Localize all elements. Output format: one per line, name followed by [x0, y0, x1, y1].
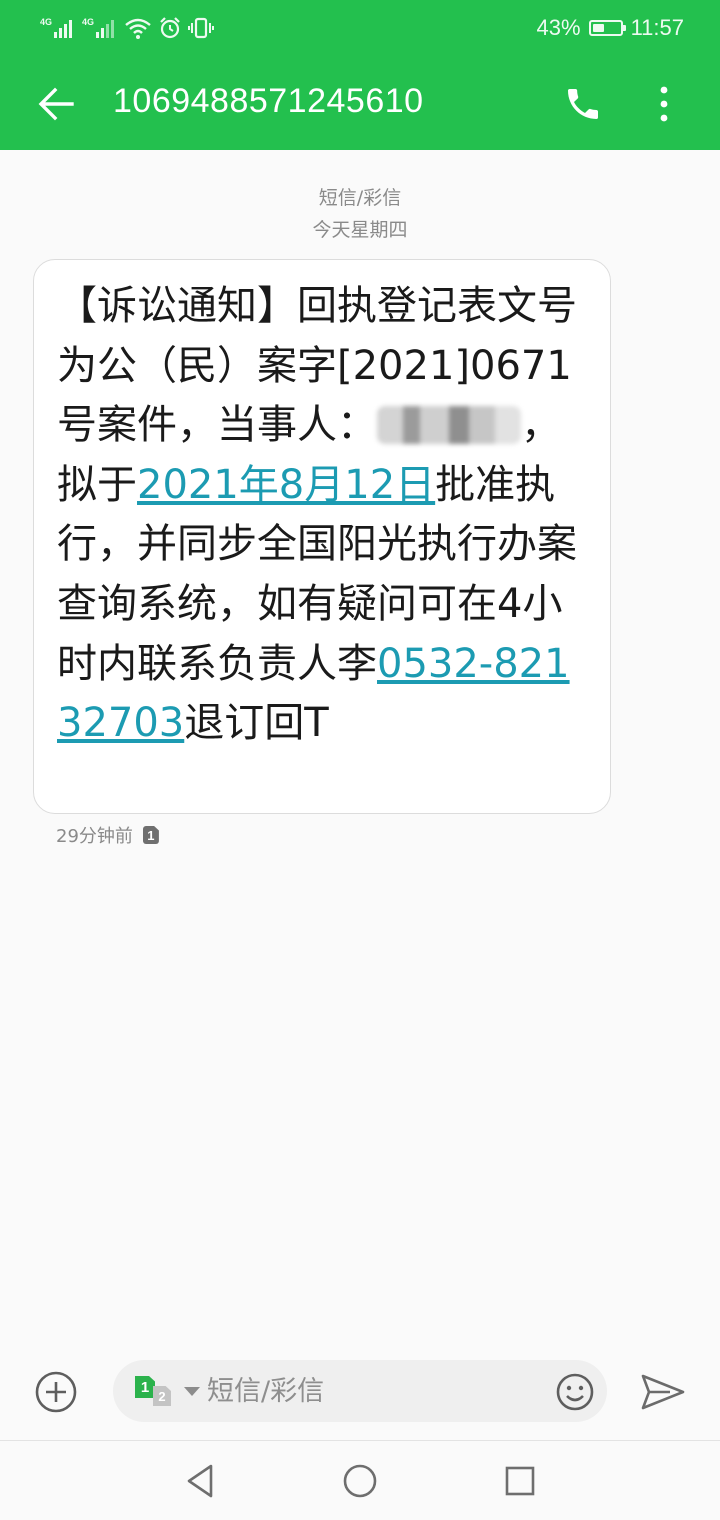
clock-time: 11:57	[630, 15, 684, 40]
phone-icon	[568, 89, 598, 119]
message-meta: 29分钟前 1	[56, 822, 159, 848]
svg-text:4G: 4G	[40, 17, 52, 27]
conversation-title: 1069488571245610	[113, 82, 424, 120]
alarm-clock-icon	[160, 17, 180, 39]
chevron-down-icon[interactable]	[184, 1387, 200, 1396]
date-divider: 今天星期四	[312, 219, 408, 241]
message-text: 【诉讼通知】回执登记表文号为公（民）案字[2021]0671号案件，当事人： ，拟…	[57, 277, 588, 754]
sim2-icon: 2	[153, 1386, 171, 1406]
message-bubble[interactable]: 【诉讼通知】回执登记表文号为公（民）案字[2021]0671号案件，当事人： ，拟…	[33, 259, 611, 814]
date-link[interactable]: 2021年8月12日	[137, 462, 435, 508]
vibrate-icon	[188, 17, 214, 39]
signal-sim1-icon: 4G	[40, 17, 72, 38]
wifi-icon	[125, 18, 151, 39]
battery-level	[592, 24, 604, 32]
message-time: 29分钟前	[56, 826, 133, 847]
system-nav-bar	[0, 1440, 720, 1520]
send-icon[interactable]	[640, 1372, 686, 1412]
call-button[interactable]	[555, 76, 611, 132]
redacted-name	[377, 406, 521, 445]
input-container: 1 2	[113, 1360, 607, 1422]
back-button[interactable]	[30, 78, 82, 130]
battery-icon	[588, 20, 626, 36]
svg-text:4G: 4G	[82, 17, 94, 27]
sim1-icon: 1	[135, 1376, 155, 1398]
smiley-icon[interactable]	[555, 1372, 595, 1412]
status-icons-right: 43% 11:57	[537, 10, 684, 46]
channel-label: 短信/彩信	[318, 187, 402, 209]
more-options-button[interactable]	[640, 76, 688, 132]
app-bar: 1069488571245610	[0, 56, 720, 150]
back-triangle-icon	[187, 1464, 213, 1498]
status-icons-left: 4G 4G	[40, 10, 214, 46]
app-header: 4G 4G 43% 11:57 1069488571245610	[0, 0, 720, 150]
message-composer: 1 2	[0, 1350, 720, 1440]
nav-home-button[interactable]	[338, 1459, 382, 1503]
sim-card-icon: 1	[142, 826, 159, 844]
message-input[interactable]	[207, 1360, 527, 1422]
recents-square-icon	[505, 1466, 535, 1496]
plus-circle-icon[interactable]	[34, 1370, 78, 1414]
more-vertical-icon	[660, 86, 668, 122]
nav-back-button[interactable]	[178, 1459, 222, 1503]
battery-percent: 43%	[536, 15, 581, 40]
nav-recents-button[interactable]	[498, 1459, 542, 1503]
status-bar: 4G 4G 43% 11:57	[0, 0, 720, 56]
signal-sim2-icon: 4G	[82, 17, 114, 38]
thread-meta: 短信/彩信 今天星期四	[0, 182, 720, 246]
home-circle-icon	[343, 1464, 377, 1498]
message-text-part: 退订回T	[184, 700, 329, 747]
sim-selector[interactable]: 1 2	[135, 1376, 173, 1408]
back-arrow-icon	[38, 87, 74, 121]
